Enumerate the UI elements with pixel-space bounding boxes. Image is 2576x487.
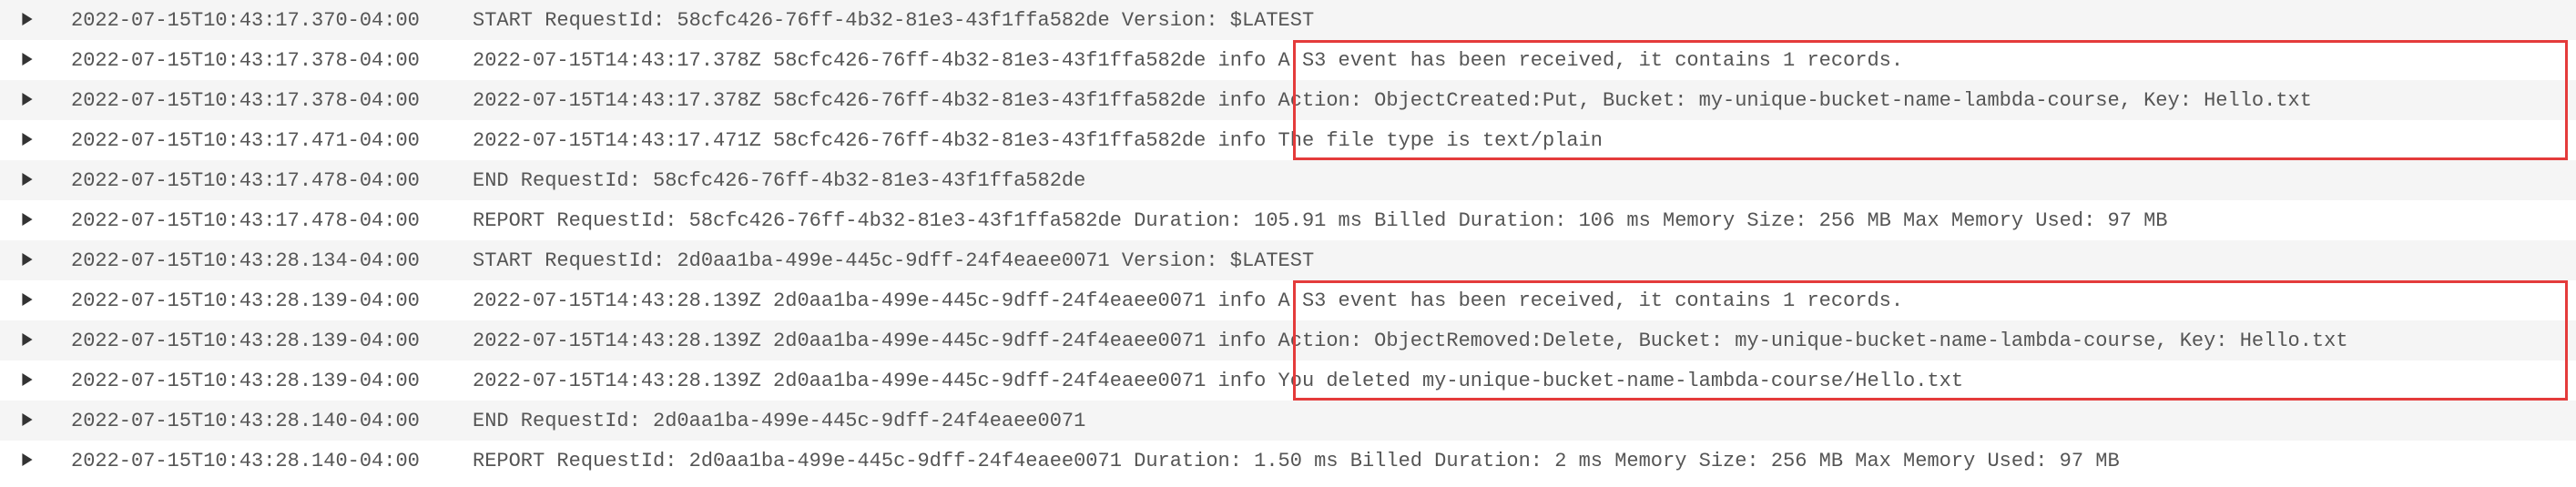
expand-toggle[interactable] xyxy=(0,120,55,160)
triangle-right-icon xyxy=(21,9,34,32)
triangle-right-icon xyxy=(21,330,34,352)
log-timestamp: 2022-07-15T10:43:17.378-04:00 xyxy=(55,80,469,120)
triangle-right-icon xyxy=(21,249,34,272)
log-timestamp: 2022-07-15T10:43:28.139-04:00 xyxy=(55,360,469,401)
log-timestamp: 2022-07-15T10:43:28.140-04:00 xyxy=(55,441,469,481)
log-timestamp: 2022-07-15T10:43:28.139-04:00 xyxy=(55,320,469,360)
log-timestamp: 2022-07-15T10:43:17.471-04:00 xyxy=(55,120,469,160)
log-message: 2022-07-15T14:43:28.139Z 2d0aa1ba-499e-4… xyxy=(469,320,2576,360)
log-viewer: 2022-07-15T10:43:17.370-04:00START Reque… xyxy=(0,0,2576,481)
log-message: 2022-07-15T14:43:28.139Z 2d0aa1ba-499e-4… xyxy=(469,360,2576,401)
triangle-right-icon xyxy=(21,410,34,432)
log-message: 2022-07-15T14:43:17.378Z 58cfc426-76ff-4… xyxy=(469,80,2576,120)
log-row[interactable]: 2022-07-15T10:43:28.140-04:00REPORT Requ… xyxy=(0,441,2576,481)
log-table: 2022-07-15T10:43:17.370-04:00START Reque… xyxy=(0,0,2576,481)
log-row[interactable]: 2022-07-15T10:43:28.134-04:00START Reque… xyxy=(0,240,2576,280)
log-row[interactable]: 2022-07-15T10:43:17.378-04:002022-07-15T… xyxy=(0,80,2576,120)
log-message: REPORT RequestId: 2d0aa1ba-499e-445c-9df… xyxy=(469,441,2576,481)
log-message: END RequestId: 2d0aa1ba-499e-445c-9dff-2… xyxy=(469,401,2576,441)
log-message: 2022-07-15T14:43:28.139Z 2d0aa1ba-499e-4… xyxy=(469,280,2576,320)
log-timestamp: 2022-07-15T10:43:17.478-04:00 xyxy=(55,200,469,240)
log-row[interactable]: 2022-07-15T10:43:28.139-04:002022-07-15T… xyxy=(0,320,2576,360)
triangle-right-icon xyxy=(21,370,34,392)
triangle-right-icon xyxy=(21,89,34,112)
log-timestamp: 2022-07-15T10:43:28.134-04:00 xyxy=(55,240,469,280)
log-timestamp: 2022-07-15T10:43:17.378-04:00 xyxy=(55,40,469,80)
log-message: START RequestId: 58cfc426-76ff-4b32-81e3… xyxy=(469,0,2576,40)
log-row[interactable]: 2022-07-15T10:43:28.139-04:002022-07-15T… xyxy=(0,360,2576,401)
log-message: REPORT RequestId: 58cfc426-76ff-4b32-81e… xyxy=(469,200,2576,240)
log-message: START RequestId: 2d0aa1ba-499e-445c-9dff… xyxy=(469,240,2576,280)
log-row[interactable]: 2022-07-15T10:43:17.378-04:002022-07-15T… xyxy=(0,40,2576,80)
log-row[interactable]: 2022-07-15T10:43:28.140-04:00END Request… xyxy=(0,401,2576,441)
log-row[interactable]: 2022-07-15T10:43:17.478-04:00REPORT Requ… xyxy=(0,200,2576,240)
log-row[interactable]: 2022-07-15T10:43:17.370-04:00START Reque… xyxy=(0,0,2576,40)
expand-toggle[interactable] xyxy=(0,401,55,441)
expand-toggle[interactable] xyxy=(0,160,55,200)
log-message: END RequestId: 58cfc426-76ff-4b32-81e3-4… xyxy=(469,160,2576,200)
log-timestamp: 2022-07-15T10:43:17.370-04:00 xyxy=(55,0,469,40)
log-timestamp: 2022-07-15T10:43:28.139-04:00 xyxy=(55,280,469,320)
expand-toggle[interactable] xyxy=(0,80,55,120)
log-timestamp: 2022-07-15T10:43:17.478-04:00 xyxy=(55,160,469,200)
triangle-right-icon xyxy=(21,209,34,232)
log-row[interactable]: 2022-07-15T10:43:28.139-04:002022-07-15T… xyxy=(0,280,2576,320)
log-timestamp: 2022-07-15T10:43:28.140-04:00 xyxy=(55,401,469,441)
expand-toggle[interactable] xyxy=(0,0,55,40)
expand-toggle[interactable] xyxy=(0,441,55,481)
triangle-right-icon xyxy=(21,129,34,152)
expand-toggle[interactable] xyxy=(0,40,55,80)
triangle-right-icon xyxy=(21,169,34,192)
log-message: 2022-07-15T14:43:17.471Z 58cfc426-76ff-4… xyxy=(469,120,2576,160)
expand-toggle[interactable] xyxy=(0,360,55,401)
expand-toggle[interactable] xyxy=(0,200,55,240)
expand-toggle[interactable] xyxy=(0,280,55,320)
triangle-right-icon xyxy=(21,450,34,472)
log-row[interactable]: 2022-07-15T10:43:17.478-04:00END Request… xyxy=(0,160,2576,200)
expand-toggle[interactable] xyxy=(0,320,55,360)
expand-toggle[interactable] xyxy=(0,240,55,280)
triangle-right-icon xyxy=(21,289,34,312)
log-message: 2022-07-15T14:43:17.378Z 58cfc426-76ff-4… xyxy=(469,40,2576,80)
log-row[interactable]: 2022-07-15T10:43:17.471-04:002022-07-15T… xyxy=(0,120,2576,160)
triangle-right-icon xyxy=(21,49,34,72)
